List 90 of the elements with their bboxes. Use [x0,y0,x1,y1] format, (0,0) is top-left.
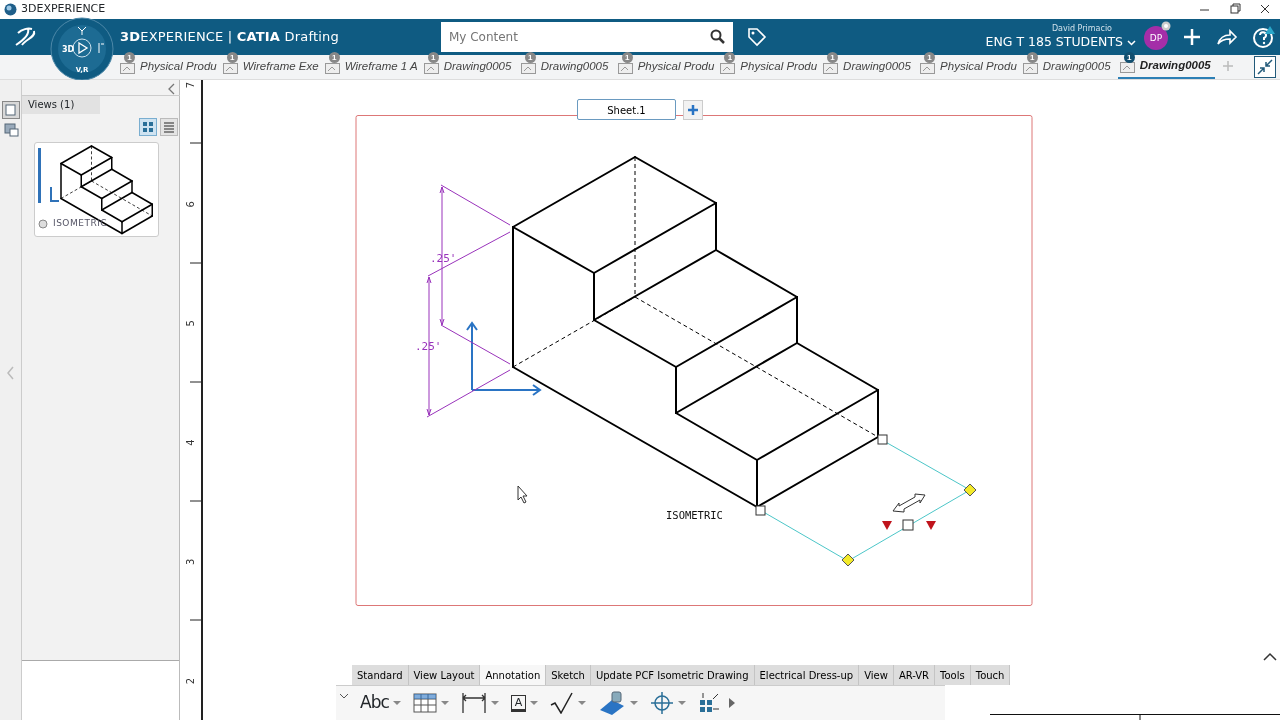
toolbar-tab[interactable]: Tools [935,665,971,685]
plus-icon[interactable] [1182,27,1202,47]
caret-icon[interactable] [678,700,687,706]
view-thumbnail[interactable]: ISOMETRIC [34,142,159,237]
document-icon [324,60,341,74]
handle-icon[interactable] [877,434,888,445]
search-icon[interactable] [709,29,726,45]
toolbar-tab[interactable]: Update PCF Isometric Drawing [590,665,755,685]
document-icon [617,60,634,74]
list-view-button[interactable] [160,118,178,136]
views-icon[interactable] [2,121,19,137]
handle-icon[interactable] [963,483,977,497]
document-tab[interactable]: 1 Drawing0005 [821,55,919,79]
document-tab[interactable]: 1 Physical Produ [118,55,221,79]
toolbar-tab[interactable]: Annotation [480,665,547,685]
document-icon [120,60,136,74]
document-tab[interactable]: 1 Physical Produ [918,55,1021,79]
check-mark-icon[interactable] [550,692,575,714]
tree-icon[interactable] [1,101,20,119]
view-caption: ISOMETRIC [53,217,108,230]
views-tab[interactable]: Views (1) [22,96,100,114]
app-brand: 3DEXPERIENCE | CATIA Drafting [120,28,339,47]
crosshair-icon[interactable] [650,691,675,715]
document-tab[interactable]: 1 Physical Produ [718,55,822,79]
document-icon [920,60,937,74]
share-icon[interactable] [1216,27,1238,47]
document-tab[interactable]: 1 Physical Produ [615,55,719,79]
app-logo-icon [4,3,17,16]
workspace-selector[interactable]: ENG T 185 STUDENTS [985,36,1136,49]
toolbar-tab[interactable]: Sketch [546,665,591,685]
toolbar-tab[interactable]: Electrical Dress-up [754,665,860,685]
cursor-icon [517,485,528,504]
toolbar-tab[interactable]: View [859,665,894,685]
chevron-icon[interactable] [338,691,350,701]
document-icon [222,60,239,74]
document-tab[interactable]: 1 Wireframe 1 A [322,55,422,79]
collapse-panel-icon[interactable] [168,83,176,95]
user-name: David Primacio [1051,25,1112,34]
caret-icon[interactable] [630,700,639,706]
align-icon[interactable] [698,692,721,714]
document-icon [520,60,537,74]
table-icon[interactable] [412,693,437,713]
document-icon [1022,60,1039,74]
toolbar-tab[interactable]: AR-VR [893,665,936,685]
ruler-drawing: 7 6 5 4 3 2 [180,80,203,720]
triangle-icon[interactable] [926,521,936,530]
document-icon [720,60,737,74]
document-tab[interactable]: 1 Drawing0005 [1117,55,1215,79]
extension-line [440,324,511,365]
view-label: ISOMETRIC [666,509,723,521]
add-sheet-icon[interactable] [683,100,703,120]
document-tab[interactable]: 1 Drawing0005 [518,55,616,79]
chevron-icon[interactable] [1263,652,1277,661]
sheet-tab[interactable]: Sheet.1 [577,99,676,120]
handle-icon[interactable] [902,519,914,531]
document-icon [1119,59,1136,73]
handle-icon[interactable] [841,553,855,567]
double-arrow-icon[interactable] [892,493,926,513]
caret-icon[interactable] [578,700,587,706]
dimension-icon[interactable] [460,692,487,714]
view-icon [38,218,49,229]
toolbar-tab[interactable]: Touch [970,665,1011,685]
caret-icon[interactable] [490,700,499,706]
collapse-icon[interactable] [1253,56,1276,78]
chevron-icon [1127,39,1136,46]
document-icon [823,60,840,74]
document-tab[interactable]: 1 Drawing0005 [1020,55,1118,79]
tag-icon[interactable] [746,27,767,47]
more-icon[interactable] [728,697,737,709]
status-icon [1161,21,1171,31]
dimension-text: .25' [430,252,457,265]
text-tool[interactable]: Abc [360,690,389,716]
caret-icon[interactable] [440,700,449,706]
document-icon [423,60,440,74]
user-avatar[interactable]: DP [1144,26,1168,50]
help-icon[interactable] [1252,25,1276,49]
grid-view-button[interactable] [139,118,157,136]
toolbar-tab[interactable]: Standard [352,665,409,685]
handle-icon[interactable] [755,505,766,516]
caret-icon[interactable] [530,700,539,706]
text-box-tool[interactable]: A [510,694,527,712]
document-tab[interactable]: 1 Wireframe Exe [220,55,323,79]
toolbar-tab[interactable]: View Layout [408,665,481,685]
document-tab[interactable]: 1 Drawing0005 [421,55,519,79]
caret-icon[interactable] [392,700,401,706]
dimension-text: .25' [415,340,442,353]
triangle-icon[interactable] [882,521,892,530]
window-title: 3DEXPERIENCE [21,1,106,18]
extension-line [440,184,511,226]
search-field[interactable]: My Content [440,22,733,52]
